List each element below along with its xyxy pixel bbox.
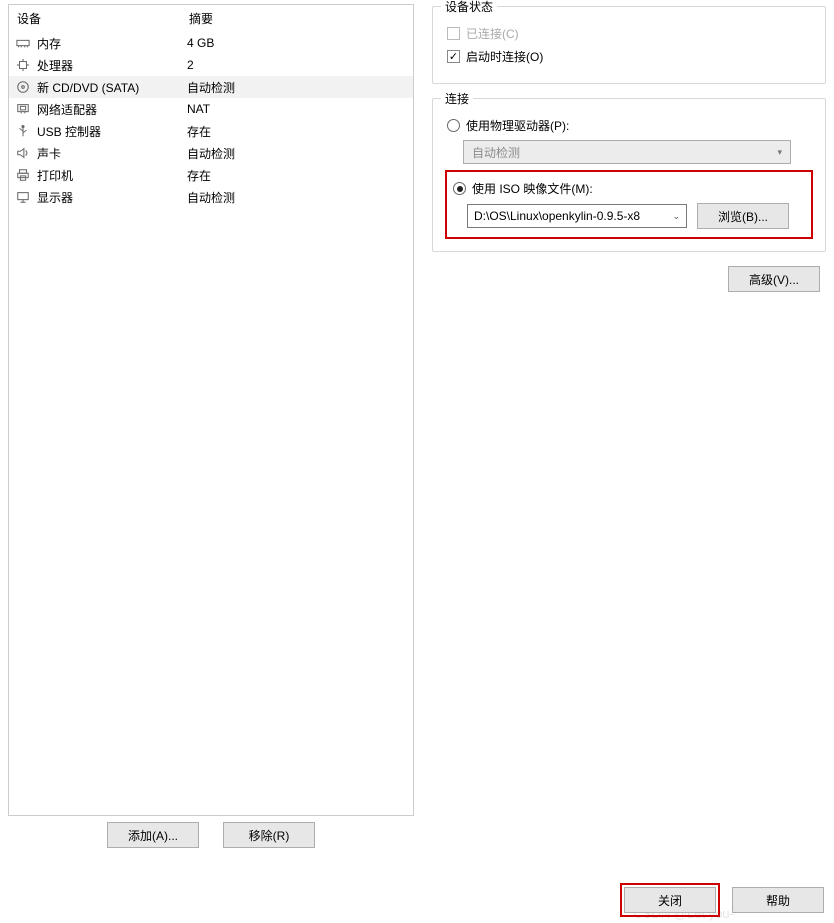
device-row-nic[interactable]: 网络适配器 NAT xyxy=(9,98,413,120)
device-name: 显示器 xyxy=(37,189,73,206)
device-summary: 存在 xyxy=(187,167,407,184)
device-row-sound[interactable]: 声卡 自动检测 xyxy=(9,142,413,164)
device-status-group: 设备状态 已连接(C) ✓ 启动时连接(O) xyxy=(432,6,826,84)
iso-path-combo[interactable]: D:\OS\Linux\openkylin-0.9.5-x8 ⌄ xyxy=(467,204,687,228)
iso-highlight-box: 使用 ISO 映像文件(M): D:\OS\Linux\openkylin-0.… xyxy=(445,170,813,239)
device-name: 声卡 xyxy=(37,145,61,162)
disc-icon xyxy=(15,79,31,95)
connection-group: 连接 使用物理驱动器(P): 自动检测 ▾ 使用 ISO 映像文件(M): D:… xyxy=(432,98,826,252)
printer-icon xyxy=(15,167,31,183)
help-button[interactable]: 帮助 xyxy=(732,887,824,913)
device-summary: 自动检测 xyxy=(187,79,407,96)
connected-label: 已连接(C) xyxy=(466,25,519,42)
device-summary: NAT xyxy=(187,102,407,116)
sound-icon xyxy=(15,145,31,161)
device-name: USB 控制器 xyxy=(37,123,101,140)
device-name: 打印机 xyxy=(37,167,73,184)
device-row-memory[interactable]: 内存 4 GB xyxy=(9,32,413,54)
device-list-header: 设备 摘要 xyxy=(9,5,413,32)
device-row-printer[interactable]: 打印机 存在 xyxy=(9,164,413,186)
advanced-button[interactable]: 高级(V)... xyxy=(728,266,820,292)
header-device: 设备 xyxy=(17,10,189,27)
remove-button[interactable]: 移除(R) xyxy=(223,822,315,848)
connect-on-start-label: 启动时连接(O) xyxy=(466,48,543,65)
connect-on-start-checkbox[interactable]: ✓ xyxy=(447,50,460,63)
display-icon xyxy=(15,189,31,205)
add-button[interactable]: 添加(A)... xyxy=(107,822,199,848)
device-row-cpu[interactable]: 处理器 2 xyxy=(9,54,413,76)
iso-path-value: D:\OS\Linux\openkylin-0.9.5-x8 xyxy=(474,209,640,223)
device-summary: 自动检测 xyxy=(187,145,407,162)
network-icon xyxy=(15,101,31,117)
physical-drive-dropdown[interactable]: 自动检测 ▾ xyxy=(463,140,791,164)
device-name: 网络适配器 xyxy=(37,101,97,118)
close-highlight-box: 关闭 xyxy=(620,883,720,917)
usb-icon xyxy=(15,123,31,139)
device-status-legend: 设备状态 xyxy=(441,0,497,15)
memory-icon xyxy=(15,35,31,51)
device-summary: 存在 xyxy=(187,123,407,140)
physical-drive-label: 使用物理驱动器(P): xyxy=(466,117,569,134)
browse-button[interactable]: 浏览(B)... xyxy=(697,203,789,229)
connected-checkbox xyxy=(447,27,460,40)
device-name: 新 CD/DVD (SATA) xyxy=(37,79,139,96)
device-summary: 4 GB xyxy=(187,36,407,50)
chevron-down-icon: ▾ xyxy=(777,147,782,158)
device-name: 处理器 xyxy=(37,57,73,74)
device-summary: 2 xyxy=(187,58,407,72)
chevron-down-icon: ⌄ xyxy=(672,211,680,222)
physical-drive-radio[interactable] xyxy=(447,119,460,132)
device-list: 设备 摘要 内存 4 GB 处理器 2 新 C xyxy=(8,4,414,816)
use-iso-radio[interactable] xyxy=(453,182,466,195)
device-summary: 自动检测 xyxy=(187,189,407,206)
physical-drive-value: 自动检测 xyxy=(472,144,520,161)
close-button[interactable]: 关闭 xyxy=(624,887,716,913)
use-iso-label: 使用 ISO 映像文件(M): xyxy=(472,180,593,197)
device-row-usb[interactable]: USB 控制器 存在 xyxy=(9,120,413,142)
header-summary: 摘要 xyxy=(189,10,407,27)
device-name: 内存 xyxy=(37,35,61,52)
device-row-display[interactable]: 显示器 自动检测 xyxy=(9,186,413,208)
cpu-icon xyxy=(15,57,31,73)
device-row-cddvd[interactable]: 新 CD/DVD (SATA) 自动检测 xyxy=(9,76,413,98)
connection-legend: 连接 xyxy=(441,90,473,107)
